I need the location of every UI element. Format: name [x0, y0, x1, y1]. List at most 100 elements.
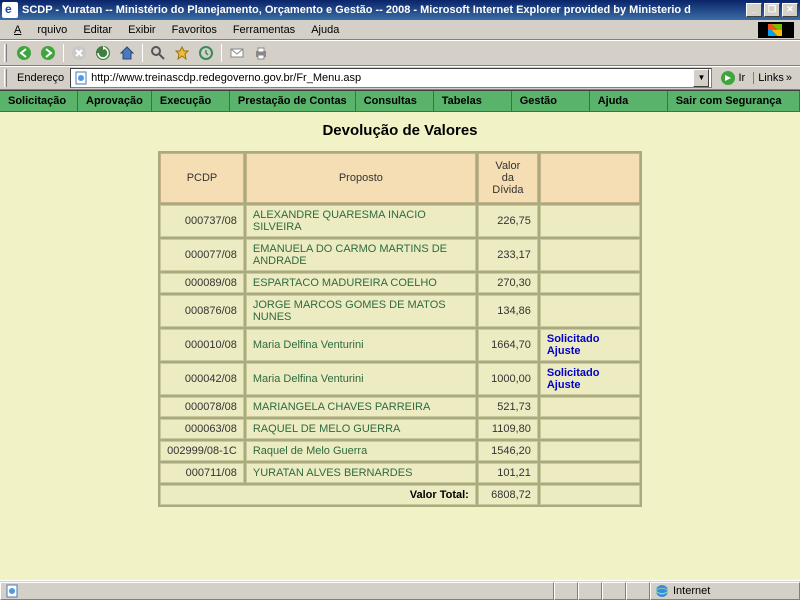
favorites-button[interactable]: [171, 42, 193, 64]
cell-status: [540, 419, 640, 439]
table-row[interactable]: 000089/08ESPARTACO MADUREIRA COELHO270,3…: [160, 273, 640, 293]
cell-valor: 521,73: [478, 397, 538, 417]
table-row[interactable]: 000876/08JORGE MARCOS GOMES DE MATOS NUN…: [160, 295, 640, 327]
toolbar-handle[interactable]: [4, 44, 7, 62]
page-icon: [73, 70, 89, 86]
cell-valor: 226,75: [478, 205, 538, 237]
table-row[interactable]: 000077/08EMANUELA DO CARMO MARTINS DE AN…: [160, 239, 640, 271]
cell-proposto: ALEXANDRE QUARESMA INACIO SILVEIRA: [246, 205, 476, 237]
content-area: Solicitação Aprovação Execução Prestação…: [0, 90, 800, 580]
cell-valor: 1546,20: [478, 441, 538, 461]
menu-favorites[interactable]: Favoritos: [164, 22, 225, 38]
app-navbar: Solicitação Aprovação Execução Prestação…: [0, 91, 800, 112]
history-button[interactable]: [195, 42, 217, 64]
minimize-button[interactable]: _: [746, 3, 762, 17]
cell-status: [540, 397, 640, 417]
cell-pcdp: 000042/08: [160, 363, 244, 395]
menu-view[interactable]: Exibir: [120, 22, 164, 38]
address-dropdown[interactable]: ▼: [693, 69, 709, 87]
col-valor: Valor da Dívida: [478, 153, 538, 203]
links-button[interactable]: Links »: [753, 72, 796, 84]
table-row[interactable]: 000042/08Maria Delfina Venturini1000,00S…: [160, 363, 640, 395]
window-titlebar: SCDP - Yuratan -- Ministério do Planejam…: [0, 0, 800, 20]
menu-help[interactable]: Ajuda: [303, 22, 347, 38]
table-row[interactable]: 002999/08-1CRaquel de Melo Guerra1546,20: [160, 441, 640, 461]
status-cell-2: [578, 582, 602, 600]
address-label: Endereço: [15, 72, 66, 84]
menu-bar: AArquivorquivo Editar Exibir Favoritos F…: [0, 20, 800, 40]
total-label: Valor Total:: [160, 485, 476, 505]
window-title: SCDP - Yuratan -- Ministério do Planejam…: [22, 4, 746, 16]
cell-valor: 1000,00: [478, 363, 538, 395]
page-title: Devolução de Valores: [0, 112, 800, 151]
nav-sair[interactable]: Sair com Segurança: [668, 91, 800, 111]
cell-pcdp: 000077/08: [160, 239, 244, 271]
close-button[interactable]: ✕: [782, 3, 798, 17]
cell-proposto: YURATAN ALVES BERNARDES: [246, 463, 476, 483]
cell-status[interactable]: Solicitado Ajuste: [540, 363, 640, 395]
cell-status: [540, 463, 640, 483]
address-bar: Endereço ▼ Ir Links »: [0, 66, 800, 90]
nav-solicitacao[interactable]: Solicitação: [0, 91, 78, 111]
cell-status[interactable]: Solicitado Ajuste: [540, 329, 640, 361]
ie-icon: [2, 2, 18, 18]
nav-aprovacao[interactable]: Aprovação: [78, 91, 152, 111]
col-proposto: Proposto: [246, 153, 476, 203]
nav-consultas[interactable]: Consultas: [356, 91, 434, 111]
print-button[interactable]: [250, 42, 272, 64]
cell-valor: 1664,70: [478, 329, 538, 361]
search-button[interactable]: [147, 42, 169, 64]
nav-tabelas[interactable]: Tabelas: [434, 91, 512, 111]
cell-status: [540, 273, 640, 293]
menu-edit[interactable]: Editar: [75, 22, 120, 38]
table-row[interactable]: 000063/08RAQUEL DE MELO GUERRA1109,80: [160, 419, 640, 439]
cell-pcdp: 000010/08: [160, 329, 244, 361]
nav-execucao[interactable]: Execução: [152, 91, 230, 111]
go-icon: [720, 70, 736, 86]
cell-proposto: Raquel de Melo Guerra: [246, 441, 476, 461]
address-input[interactable]: [91, 72, 693, 84]
nav-prestacao[interactable]: Prestação de Contas: [230, 91, 356, 111]
go-button[interactable]: Ir: [716, 70, 749, 86]
table-row[interactable]: 000078/08MARIANGELA CHAVES PARREIRA521,7…: [160, 397, 640, 417]
stop-button[interactable]: [68, 42, 90, 64]
cell-pcdp: 000737/08: [160, 205, 244, 237]
cell-pcdp: 000876/08: [160, 295, 244, 327]
nav-ajuda[interactable]: Ajuda: [590, 91, 668, 111]
cell-valor: 101,21: [478, 463, 538, 483]
restore-button[interactable]: ❐: [764, 3, 780, 17]
col-status: [540, 153, 640, 203]
refresh-button[interactable]: [92, 42, 114, 64]
internet-zone-icon: [655, 584, 669, 598]
mail-button[interactable]: [226, 42, 248, 64]
status-cell-1: [554, 582, 578, 600]
menu-file[interactable]: AArquivorquivo: [6, 22, 75, 38]
menu-tools[interactable]: Ferramentas: [225, 22, 303, 38]
cell-proposto: Maria Delfina Venturini: [246, 329, 476, 361]
cell-valor: 270,30: [478, 273, 538, 293]
cell-valor: 233,17: [478, 239, 538, 271]
cell-proposto: RAQUEL DE MELO GUERRA: [246, 419, 476, 439]
back-button[interactable]: [13, 42, 35, 64]
addrbar-handle[interactable]: [4, 69, 7, 87]
windows-logo-icon: [758, 22, 794, 38]
cell-valor: 1109,80: [478, 419, 538, 439]
cell-pcdp: 002999/08-1C: [160, 441, 244, 461]
home-button[interactable]: [116, 42, 138, 64]
status-zone: Internet: [650, 582, 800, 600]
cell-proposto: JORGE MARCOS GOMES DE MATOS NUNES: [246, 295, 476, 327]
cell-status: [540, 239, 640, 271]
forward-button[interactable]: [37, 42, 59, 64]
data-table: PCDP Proposto Valor da Dívida 000737/08A…: [158, 151, 642, 507]
cell-status: [540, 295, 640, 327]
cell-proposto: EMANUELA DO CARMO MARTINS DE ANDRADE: [246, 239, 476, 271]
cell-pcdp: 000063/08: [160, 419, 244, 439]
cell-pcdp: 000078/08: [160, 397, 244, 417]
page-done-icon: [5, 584, 19, 598]
chevron-right-icon: »: [786, 72, 792, 84]
table-row[interactable]: 000010/08Maria Delfina Venturini1664,70S…: [160, 329, 640, 361]
nav-gestao[interactable]: Gestão: [512, 91, 590, 111]
cell-pcdp: 000711/08: [160, 463, 244, 483]
table-row[interactable]: 000711/08YURATAN ALVES BERNARDES101,21: [160, 463, 640, 483]
table-row[interactable]: 000737/08ALEXANDRE QUARESMA INACIO SILVE…: [160, 205, 640, 237]
